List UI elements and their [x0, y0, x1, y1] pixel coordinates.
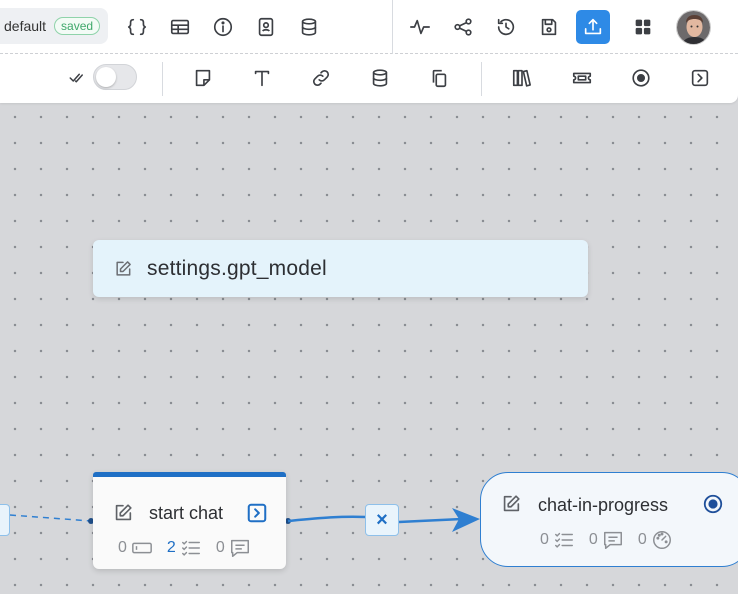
offscreen-node-edge[interactable] [0, 504, 10, 536]
edit-icon[interactable] [112, 502, 134, 524]
start-marker-icon[interactable] [246, 502, 268, 524]
message-count: 0 [588, 531, 598, 548]
node-title: chat-in-progress [538, 495, 669, 515]
condition-count: 0 [540, 531, 549, 548]
message-counter: 0 [589, 529, 624, 551]
dashed-connection[interactable] [9, 514, 92, 522]
start-node[interactable]: start chat 0 2 0 [93, 472, 286, 569]
close-icon: × [376, 508, 388, 531]
node-counters: 0 2 0 [118, 537, 251, 559]
checklist-icon [554, 532, 573, 548]
message-counter: 0 [216, 537, 251, 559]
checklist-icon [181, 540, 200, 556]
node-title: start chat [149, 503, 224, 523]
gauge-icon [652, 531, 671, 549]
message-icon [230, 539, 249, 557]
condition-counter: 2 [167, 537, 202, 559]
delete-connection-button[interactable]: × [365, 504, 399, 536]
input-counter: 0 [118, 537, 153, 559]
input-count: 0 [118, 539, 127, 556]
settings-counter: 0 [638, 529, 673, 551]
state-target-icon[interactable] [702, 493, 724, 515]
input-field-icon [132, 542, 152, 554]
message-icon [603, 531, 622, 549]
message-count: 0 [215, 539, 225, 556]
condition-counter: 0 [540, 529, 575, 551]
settings-count: 0 [637, 531, 647, 548]
connection-line[interactable] [398, 517, 463, 524]
edit-icon[interactable] [500, 493, 522, 515]
node-counters: 0 0 0 [540, 529, 673, 551]
connection-line[interactable] [287, 515, 367, 523]
state-node[interactable]: chat-in-progress 0 0 0 [480, 472, 738, 567]
condition-count: 2 [166, 539, 176, 556]
